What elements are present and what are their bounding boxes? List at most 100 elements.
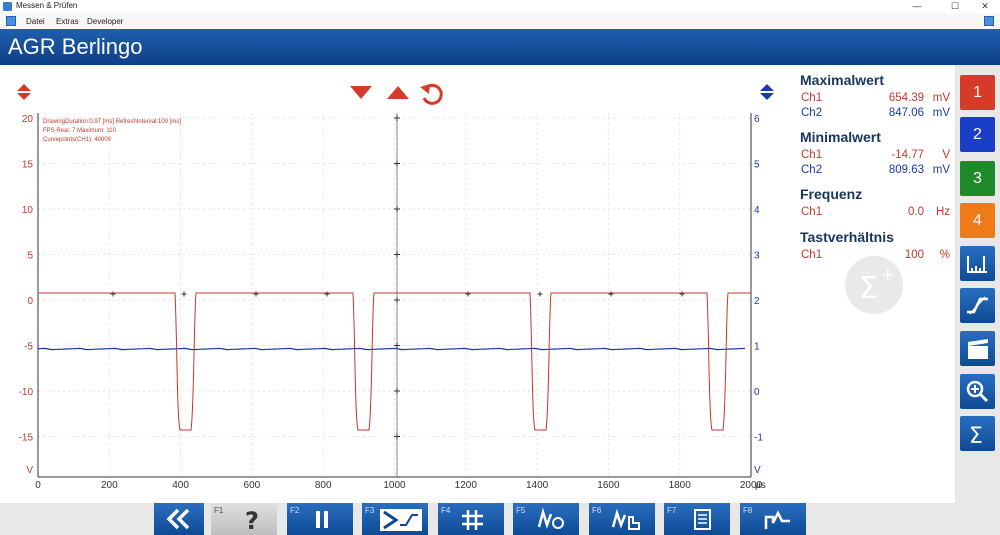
channel-2-button[interactable]: 2 <box>960 117 995 152</box>
maximize-button[interactable]: ☐ <box>940 0 970 13</box>
channel-3-button[interactable]: 3 <box>960 161 995 196</box>
left-axis-label: 20 <box>22 114 34 125</box>
x-axis-label: 1600 <box>597 480 620 491</box>
grid-hash-icon <box>462 510 483 530</box>
menu-datei[interactable]: Datei <box>26 17 45 26</box>
window-titlebar: Messen & Prüfen — ☐ ✕ <box>0 0 1000 13</box>
clapper-icon <box>968 339 988 359</box>
ch2-trace <box>37 347 746 351</box>
right-axis-label: 5 <box>754 160 760 171</box>
f8-signal-button[interactable]: F8 <box>740 503 806 535</box>
cursor-measure-icon <box>967 256 987 273</box>
add-measurement-button[interactable]: Σ + <box>845 256 903 314</box>
window-title: Messen & Prüfen <box>16 1 78 10</box>
min-ch2-label: Ch2 <box>801 164 823 176</box>
trigger-icon <box>967 296 988 315</box>
f7-document-button[interactable]: F7 <box>664 503 730 535</box>
minimize-button[interactable]: — <box>902 0 932 13</box>
menu-right-icon[interactable] <box>984 16 994 26</box>
left-axis-label: 5 <box>27 251 33 262</box>
menu-bar: Datei Extras Developer <box>0 13 1000 29</box>
ch1-offset-arrows-icon[interactable] <box>17 84 31 100</box>
reset-rotate-icon[interactable] <box>420 83 443 105</box>
left-axis-label: -15 <box>19 433 34 444</box>
f2-pause-button[interactable]: F2 <box>287 503 353 535</box>
right-axis-label: V <box>754 465 761 476</box>
x-axis-label: 1000 <box>383 480 406 491</box>
signal-step-icon <box>764 510 790 529</box>
close-button[interactable]: ✕ <box>970 0 1000 13</box>
min-ch1-row: Ch1 -14.77 V <box>800 149 952 163</box>
scale-up-icon[interactable] <box>387 86 409 99</box>
app-menu-icon[interactable] <box>6 16 16 26</box>
x-axis-label: 200 <box>101 480 118 491</box>
min-ch2-row: Ch2 809.63 mV <box>800 164 952 178</box>
max-ch1-value: 654.39 <box>888 92 924 104</box>
channel-1-button[interactable]: 1 <box>960 75 995 110</box>
debug-line-1: DrawingDuration:0.97 [ms] RefreshInterva… <box>43 119 181 125</box>
right-axis-label: 6 <box>754 114 760 125</box>
left-axis-label: -10 <box>19 387 34 398</box>
f4-grid-button[interactable]: F4 <box>438 503 504 535</box>
recording-button[interactable] <box>960 331 995 366</box>
scale-down-icon[interactable] <box>350 86 372 99</box>
menu-developer[interactable]: Developer <box>87 17 123 26</box>
sigma-icon: Σ <box>969 424 983 449</box>
x-axis-label: 1400 <box>526 480 549 491</box>
trigger-button[interactable] <box>960 288 995 323</box>
f3-trigger-button[interactable]: F3 <box>362 503 428 535</box>
menu-extras[interactable]: Extras <box>56 17 79 26</box>
x-axis-label: 800 <box>315 480 332 491</box>
channel-4-button[interactable]: 4 <box>960 203 995 238</box>
x-axis-label: 1200 <box>455 480 478 491</box>
plot-grid <box>37 113 752 477</box>
document-icon <box>694 509 711 530</box>
max-title: Maximalwert <box>800 72 885 88</box>
left-axis-label: 0 <box>27 296 33 307</box>
page-title: AGR Berlingo <box>8 34 143 59</box>
cursor-measure-button[interactable] <box>960 246 995 281</box>
right-axis-label: 4 <box>754 205 760 216</box>
zoom-in-button[interactable] <box>960 374 995 409</box>
duty-ch1-unit: % <box>939 249 950 261</box>
sigma-plus-icon: Σ + <box>859 265 894 306</box>
trigger-compare-icon <box>380 509 422 531</box>
f5-probe-button[interactable]: F5 <box>513 503 579 535</box>
min-ch2-value: 809.63 <box>888 164 924 176</box>
duty-ch1-label: Ch1 <box>801 249 823 261</box>
freq-ch1-label: Ch1 <box>801 206 823 218</box>
right-axis-label: 0 <box>754 387 760 398</box>
min-title: Minimalwert <box>800 129 881 145</box>
min-ch1-label: Ch1 <box>801 149 823 161</box>
left-axis-label: 10 <box>22 205 34 216</box>
hand-wave-icon <box>611 508 640 530</box>
duty-title: Tastverhältnis <box>800 229 894 245</box>
help-icon: ? <box>245 507 259 535</box>
left-axis-label: 15 <box>22 160 34 171</box>
x-unit-label: μs <box>755 480 766 491</box>
min-ch1-value: -14.77 <box>891 149 924 161</box>
max-ch2-label: Ch2 <box>801 107 823 119</box>
max-ch2-row: Ch2 847.06 mV <box>800 107 952 121</box>
x-axis-labels: 0 200 400 600 800 1000 1200 1400 1600 1800 2000μs <box>35 480 766 491</box>
max-ch1-row: Ch1 654.39 mV <box>800 92 952 106</box>
right-toolbar: 1 2 3 4 Σ <box>955 65 1000 535</box>
page-header: AGR Berlingo <box>0 29 1000 65</box>
right-axis-label: -1 <box>754 433 763 444</box>
svg-text:+: + <box>881 265 894 284</box>
function-key-bar: F1 ? F2 F3 F4 F5 F6 F7 F8 <box>0 503 955 535</box>
app-icon <box>3 2 12 11</box>
right-axis-label: 1 <box>754 342 760 353</box>
f1-help-button[interactable]: F1 ? <box>211 503 277 535</box>
freq-ch1-value: 0.0 <box>908 206 924 218</box>
svg-text:?: ? <box>245 507 259 535</box>
right-axis-labels: 6 5 4 3 2 1 0 -1 V <box>754 114 763 476</box>
sigma-button[interactable]: Σ <box>960 416 995 451</box>
back-button[interactable] <box>154 503 204 535</box>
svg-text:Σ: Σ <box>969 424 983 449</box>
max-ch2-value: 847.06 <box>888 107 924 119</box>
f6-hand-button[interactable]: F6 <box>589 503 655 535</box>
x-axis-label: 1800 <box>669 480 692 491</box>
min-ch1-unit: V <box>942 149 950 161</box>
ch2-offset-arrows-icon[interactable] <box>760 84 774 100</box>
